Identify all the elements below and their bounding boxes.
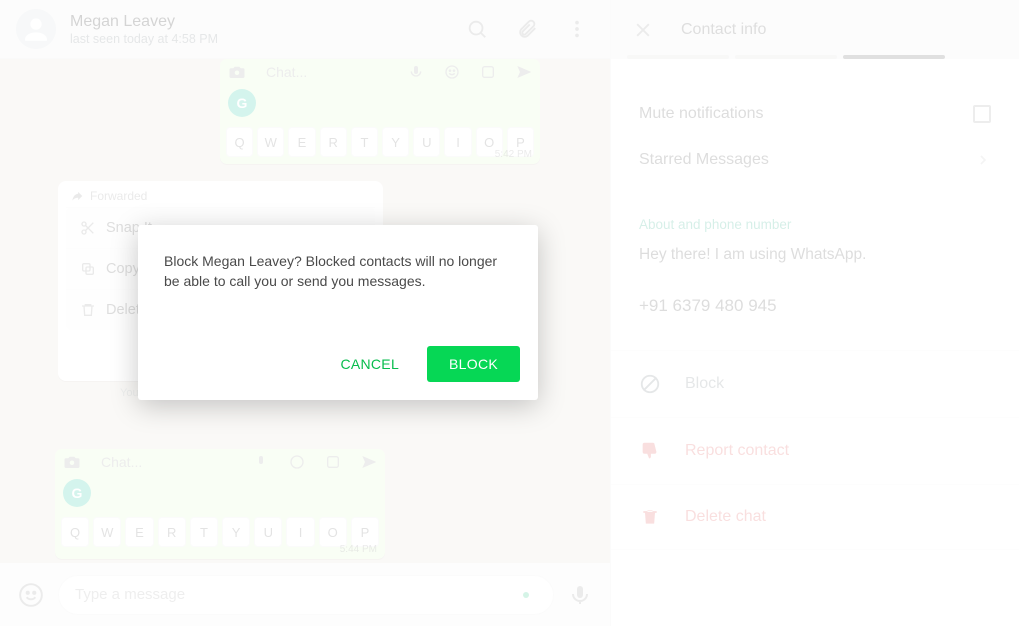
dialog-message: Block Megan Leavey? Blocked contacts wil… [164, 251, 512, 292]
dialog-actions: CANCEL BLOCK [326, 346, 520, 382]
block-dialog: Block Megan Leavey? Blocked contacts wil… [138, 225, 538, 400]
block-button[interactable]: BLOCK [427, 346, 520, 382]
cancel-button[interactable]: CANCEL [326, 346, 413, 382]
